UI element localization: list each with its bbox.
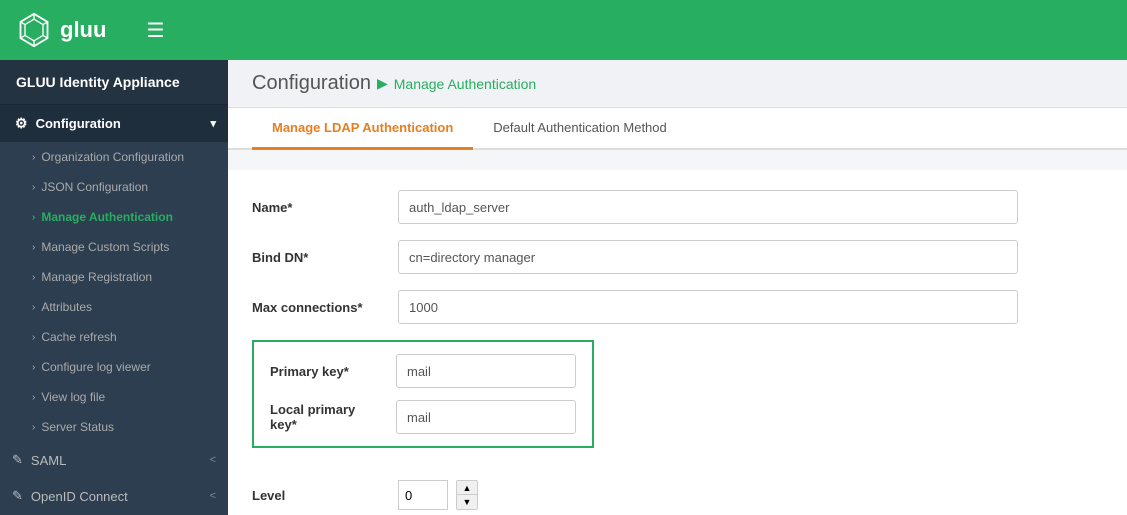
sidebar-config-label: Configuration bbox=[36, 116, 121, 131]
chevron-right-icon: › bbox=[32, 302, 35, 313]
top-header: gluu ☰ bbox=[0, 0, 1127, 60]
chevron-right-icon: › bbox=[32, 362, 35, 373]
gluu-logo-icon bbox=[16, 12, 52, 48]
page-title: Configuration bbox=[252, 72, 371, 95]
local-primary-key-row: Local primary key* bbox=[270, 400, 576, 434]
edit-icon: ✎ bbox=[12, 452, 23, 468]
level-label: Level bbox=[252, 488, 382, 503]
chevron-right-icon: › bbox=[32, 332, 35, 343]
name-row: Name* bbox=[252, 190, 1103, 224]
primary-key-row: Primary key* bbox=[270, 354, 576, 388]
sidebar-item-cache-refresh[interactable]: › Cache refresh bbox=[0, 322, 228, 352]
bind-dn-input[interactable] bbox=[398, 240, 1018, 274]
sidebar-item-saml[interactable]: ✎ SAML < bbox=[0, 442, 228, 478]
saml-label: SAML bbox=[31, 453, 202, 468]
sidebar-item-openid[interactable]: ✎ OpenID Connect < bbox=[0, 478, 228, 514]
level-spinner: ▲ ▼ bbox=[456, 480, 478, 510]
sidebar-item-server-status[interactable]: › Server Status bbox=[0, 412, 228, 442]
logo: gluu bbox=[16, 12, 106, 48]
level-row: Level ▲ ▼ bbox=[252, 480, 1103, 510]
sidebar-item-configure-log[interactable]: › Configure log viewer bbox=[0, 352, 228, 382]
chevron-right-icon: › bbox=[32, 152, 35, 163]
level-down-button[interactable]: ▼ bbox=[457, 495, 477, 509]
max-conn-input[interactable] bbox=[398, 290, 1018, 324]
primary-key-input[interactable] bbox=[396, 354, 576, 388]
tab-default-auth[interactable]: Default Authentication Method bbox=[473, 108, 686, 150]
chevron-right-icon: › bbox=[32, 242, 35, 253]
name-label: Name* bbox=[252, 200, 382, 215]
sidebar-item-manage-scripts[interactable]: › Manage Custom Scripts bbox=[0, 232, 228, 262]
openid-label: OpenID Connect bbox=[31, 489, 202, 504]
logo-text: gluu bbox=[60, 17, 106, 43]
sidebar-item-json-config[interactable]: › JSON Configuration bbox=[0, 172, 228, 202]
tab-ldap-auth[interactable]: Manage LDAP Authentication bbox=[252, 108, 473, 150]
main-layout: GLUU Identity Appliance ⚙ Configuration … bbox=[0, 60, 1127, 515]
chevron-right-icon: › bbox=[32, 182, 35, 193]
chevron-right-icon: › bbox=[32, 422, 35, 433]
sidebar-item-manage-registration[interactable]: › Manage Registration bbox=[0, 262, 228, 292]
sidebar: GLUU Identity Appliance ⚙ Configuration … bbox=[0, 60, 228, 515]
content-area: Configuration ▶ Manage Authentication Ma… bbox=[228, 60, 1127, 515]
tab-bar: Manage LDAP Authentication Default Authe… bbox=[228, 108, 1127, 150]
hamburger-button[interactable]: ☰ bbox=[146, 18, 164, 43]
sidebar-section-configuration[interactable]: ⚙ Configuration ▾ bbox=[0, 105, 228, 142]
max-conn-label: Max connections* bbox=[252, 300, 382, 315]
openid-arrow-icon: < bbox=[210, 490, 216, 502]
primary-key-label: Primary key* bbox=[270, 364, 380, 379]
level-up-button[interactable]: ▲ bbox=[457, 481, 477, 495]
bind-dn-label: Bind DN* bbox=[252, 250, 382, 265]
highlighted-section: Primary key* Local primary key* bbox=[252, 340, 1103, 464]
local-primary-key-input[interactable] bbox=[396, 400, 576, 434]
breadcrumb-separator: ▶ bbox=[377, 75, 388, 92]
highlight-box: Primary key* Local primary key* bbox=[252, 340, 594, 448]
edit-icon: ✎ bbox=[12, 488, 23, 504]
sidebar-item-org-config[interactable]: › Organization Configuration bbox=[0, 142, 228, 172]
config-icon: ⚙ bbox=[15, 115, 28, 132]
name-input[interactable] bbox=[398, 190, 1018, 224]
sidebar-item-manage-auth[interactable]: › Manage Authentication bbox=[0, 202, 228, 232]
level-input[interactable] bbox=[398, 480, 448, 510]
chevron-right-icon: › bbox=[32, 212, 35, 223]
sidebar-brand: GLUU Identity Appliance bbox=[0, 60, 228, 105]
bind-dn-row: Bind DN* bbox=[252, 240, 1103, 274]
local-primary-key-label: Local primary key* bbox=[270, 402, 380, 432]
page-header: Configuration ▶ Manage Authentication bbox=[228, 60, 1127, 108]
form-area: Name* Bind DN* Max connections* Primary … bbox=[228, 170, 1127, 515]
breadcrumb-current: Manage Authentication bbox=[394, 76, 536, 92]
max-conn-row: Max connections* bbox=[252, 290, 1103, 324]
config-arrow-icon: ▾ bbox=[210, 117, 216, 130]
sidebar-item-attributes[interactable]: › Attributes bbox=[0, 292, 228, 322]
sidebar-item-view-log[interactable]: › View log file bbox=[0, 382, 228, 412]
saml-arrow-icon: < bbox=[210, 454, 216, 466]
chevron-right-icon: › bbox=[32, 272, 35, 283]
level-input-group: ▲ ▼ bbox=[398, 480, 478, 510]
chevron-right-icon: › bbox=[32, 392, 35, 403]
